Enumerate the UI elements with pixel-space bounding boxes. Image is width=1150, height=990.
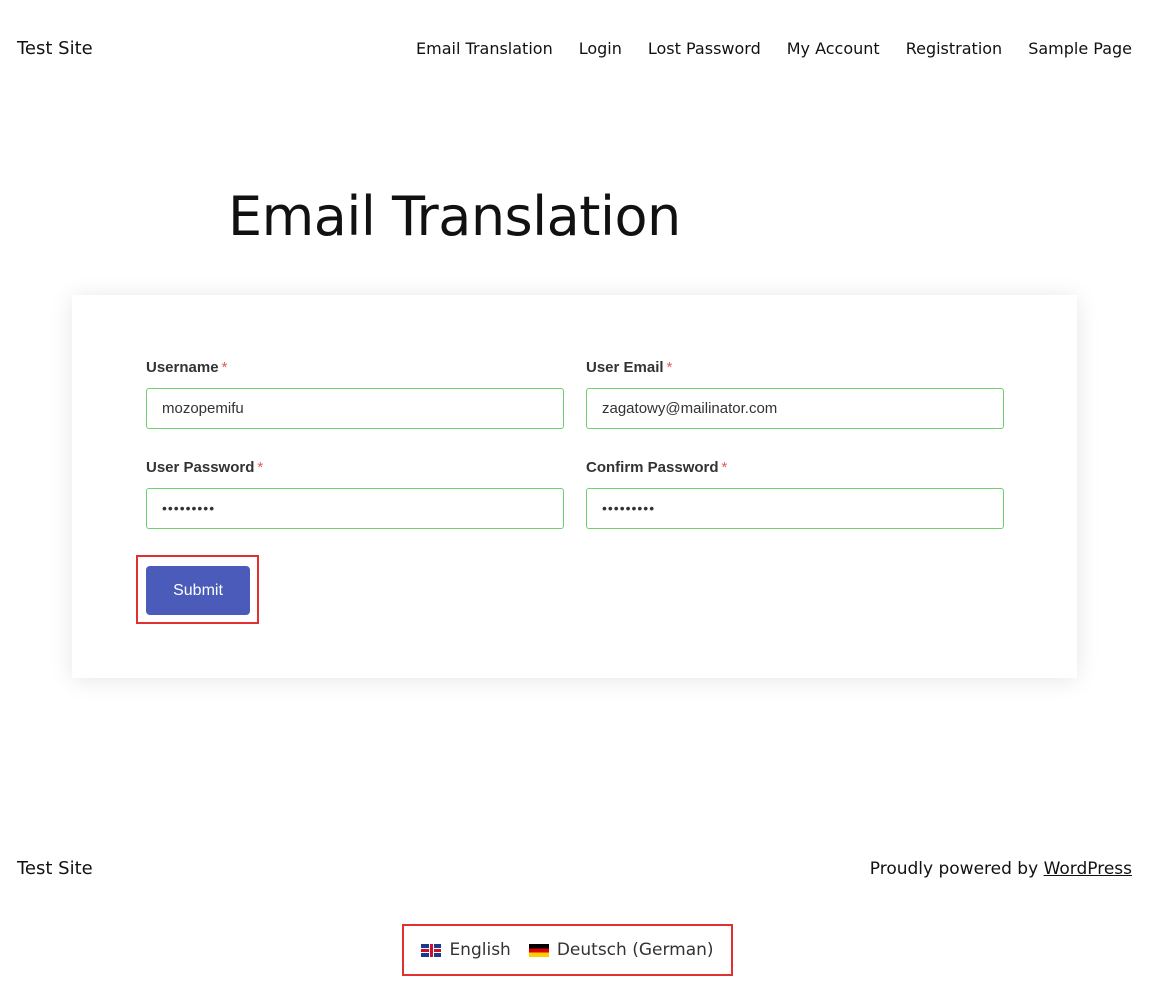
nav-item-lost-password[interactable]: Lost Password: [648, 39, 761, 58]
nav-item-login[interactable]: Login: [579, 39, 622, 58]
email-label: User Email *: [586, 359, 673, 376]
username-label: Username *: [146, 359, 228, 376]
main-nav: Email Translation Login Lost Password My…: [416, 39, 1132, 58]
nav-item-my-account[interactable]: My Account: [787, 39, 880, 58]
language-option-german[interactable]: Deutsch (German): [528, 940, 714, 960]
required-marker: *: [721, 459, 728, 476]
confirm-password-label: Confirm Password *: [586, 459, 728, 476]
username-input[interactable]: mozopemifu: [146, 388, 564, 429]
email-input[interactable]: zagatowy@mailinator.com: [586, 388, 1004, 429]
password-label: User Password *: [146, 459, 264, 476]
email-field-group: User Email * zagatowy@mailinator.com: [586, 359, 1004, 429]
wordpress-link[interactable]: WordPress: [1044, 859, 1132, 879]
confirm-password-input[interactable]: •••••••••: [586, 488, 1004, 529]
password-field-group: User Password * •••••••••: [146, 459, 564, 529]
footer-site-title[interactable]: Test Site: [17, 858, 93, 879]
germany-flag-icon: [528, 943, 549, 957]
nav-item-registration[interactable]: Registration: [906, 39, 1002, 58]
language-switcher: English Deutsch (German): [402, 924, 733, 976]
powered-by-text: Proudly powered by WordPress: [869, 859, 1132, 879]
password-input[interactable]: •••••••••: [146, 488, 564, 529]
language-option-english[interactable]: English: [421, 940, 511, 960]
submit-button[interactable]: Submit: [146, 566, 250, 615]
page-title: Email Translation: [228, 185, 681, 248]
confirm-password-field-group: Confirm Password * •••••••••: [586, 459, 1004, 529]
required-marker: *: [666, 359, 673, 376]
uk-flag-icon: [421, 943, 442, 957]
language-label: Deutsch (German): [556, 940, 714, 960]
required-marker: *: [221, 359, 228, 376]
nav-item-sample-page[interactable]: Sample Page: [1028, 39, 1132, 58]
registration-form-card: Username * mozopemifu User Email * zagatow…: [72, 295, 1077, 678]
username-field-group: Username * mozopemifu: [146, 359, 564, 429]
submit-highlight-box: Submit: [136, 555, 259, 624]
nav-item-email-translation[interactable]: Email Translation: [416, 39, 553, 58]
required-marker: *: [257, 459, 264, 476]
page: Test Site Email Translation Login Lost P…: [0, 0, 1150, 990]
language-label: English: [449, 940, 511, 960]
site-title-link[interactable]: Test Site: [17, 38, 93, 59]
